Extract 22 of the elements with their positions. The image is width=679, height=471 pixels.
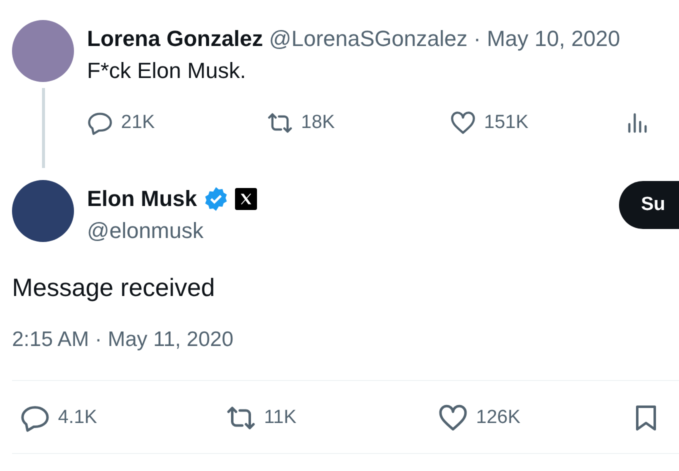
tweet-date[interactable]: May 10, 2020 (486, 26, 620, 52)
like-button[interactable]: 126K (438, 403, 520, 433)
speech-bubble-icon (87, 110, 113, 136)
reply-button[interactable]: 21K (87, 110, 155, 136)
speech-bubble-icon (20, 403, 50, 433)
subscribe-button[interactable]: Su (619, 181, 679, 229)
tweet-timestamp[interactable]: 2:15 AM · May 11, 2020 (0, 303, 679, 352)
heart-icon (450, 110, 476, 136)
tweet-text: Message received (11, 273, 216, 303)
heart-icon (438, 403, 468, 433)
x-logo-icon (235, 188, 258, 210)
author-name[interactable]: Lorena Gonzalez (87, 26, 264, 52)
repost-button[interactable]: 11K (226, 403, 296, 433)
repost-button[interactable]: 18K (267, 110, 335, 136)
repost-icon (267, 110, 293, 136)
author-handle[interactable]: @LorenaSGonzalez (269, 26, 468, 52)
separator-dot: · (474, 26, 481, 52)
author-handle[interactable]: @elonmusk (87, 218, 258, 244)
like-button[interactable]: 151K (450, 110, 528, 136)
tweet-text: F*ck Elon Musk. (87, 58, 247, 84)
reply-button[interactable]: 4.1K (20, 403, 98, 433)
author-name[interactable]: Elon Musk (87, 186, 198, 212)
